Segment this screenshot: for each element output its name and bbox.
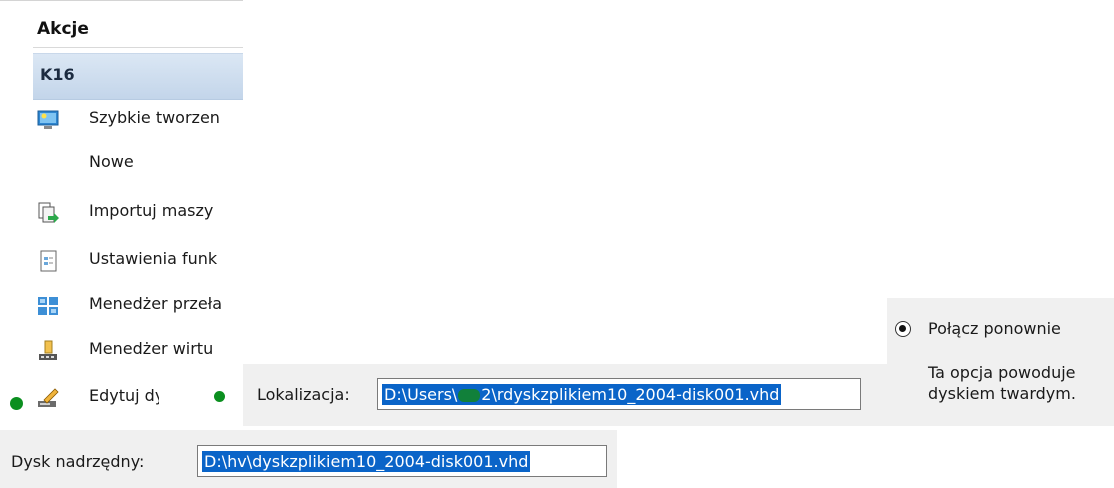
reconnect-label: Połącz ponownie xyxy=(928,319,1061,338)
location-panel: Lokalizacja: D:\Users\ 2\rdyskzplikiem10_… xyxy=(243,364,887,426)
group-label: K16 xyxy=(40,65,75,84)
reconnect-radio[interactable] xyxy=(895,321,911,337)
location-value: D:\Users\ 2\rdyskzplikiem10_2004-disk001.… xyxy=(382,384,782,405)
location-label: Lokalizacja: xyxy=(257,385,350,404)
import-icon xyxy=(36,201,60,225)
parent-disk-panel: Dysk nadrzędny: D:\hv\dyskzplikiem10_200… xyxy=(0,430,617,488)
reconnect-description-line2: dyskiem twardym. xyxy=(928,384,1076,403)
annotation-marker-left xyxy=(10,397,23,410)
san-manager-icon xyxy=(36,339,60,363)
parent-disk-label: Dysk nadrzędny: xyxy=(11,452,145,471)
action-quick-create[interactable]: Szybkie tworzen xyxy=(33,98,243,142)
switch-manager-icon xyxy=(36,294,60,318)
action-label: Edytuj dysk... xyxy=(89,386,159,405)
action-san-manager[interactable]: Menedżer wirtu xyxy=(33,329,243,373)
action-new[interactable]: Nowe xyxy=(33,142,243,186)
settings-document-icon xyxy=(36,249,60,273)
location-input[interactable]: D:\Users\ 2\rdyskzplikiem10_2004-disk001.… xyxy=(377,378,861,410)
action-label: Nowe xyxy=(89,152,134,171)
action-label: Ustawienia funk xyxy=(89,249,218,268)
reconnect-panel: Połącz ponownie Ta opcja powoduje dyskie… xyxy=(887,298,1114,426)
edit-disk-icon xyxy=(36,386,60,410)
actions-pane: Akcje K16 Szybkie tworzen Nowe Importuj … xyxy=(0,0,243,409)
parent-disk-value: D:\hv\dyskzplikiem10_2004-disk001.vhd xyxy=(202,451,531,472)
annotation-marker-right xyxy=(214,391,225,402)
actions-header: Akcje xyxy=(37,19,89,39)
action-label: Szybkie tworzen xyxy=(89,108,220,127)
action-edit-disk[interactable]: Edytuj dysk... xyxy=(33,376,243,420)
action-label: Menedżer przeła xyxy=(89,294,223,313)
actions-divider xyxy=(33,47,243,48)
action-label: Menedżer wirtu xyxy=(89,339,214,358)
monitor-icon xyxy=(36,108,60,132)
parent-disk-input[interactable]: D:\hv\dyskzplikiem10_2004-disk001.vhd xyxy=(197,445,607,477)
action-settings[interactable]: Ustawienia funk xyxy=(33,239,243,283)
reconnect-description: Ta opcja powoduje dyskiem twardym. xyxy=(928,362,1076,404)
action-import[interactable]: Importuj maszy xyxy=(33,191,243,235)
reconnect-description-line1: Ta opcja powoduje xyxy=(928,363,1076,382)
redaction-mark xyxy=(458,389,481,402)
actions-group-k16[interactable]: K16 xyxy=(33,53,243,100)
action-switch-manager[interactable]: Menedżer przeła xyxy=(33,284,243,328)
action-label: Importuj maszy xyxy=(89,201,214,220)
